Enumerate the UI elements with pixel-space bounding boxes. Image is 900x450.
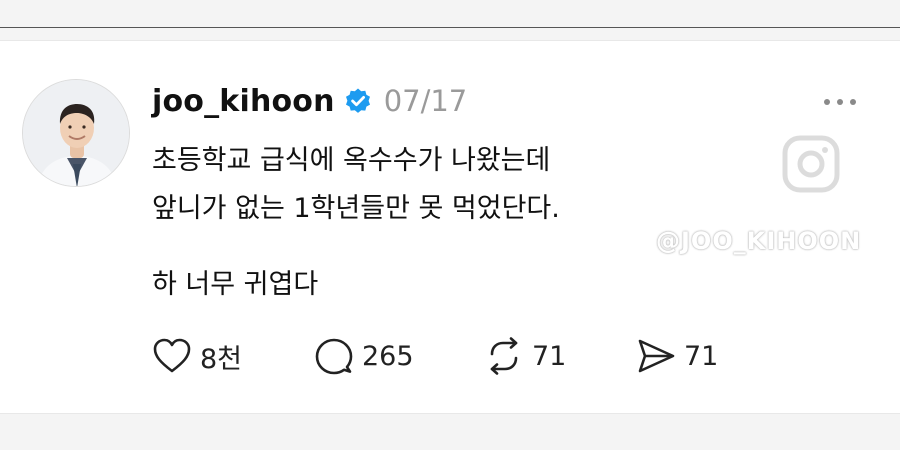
repost-icon [484,337,524,375]
username[interactable]: joo_kihoon [152,84,335,119]
post-text-line: 초등학교 급식에 옥수수가 나왔는데 [152,145,551,176]
comment-button[interactable]: 265 [314,337,484,375]
avatar[interactable] [22,79,130,187]
post-text-line: 앞니가 없는 1학년들만 못 먹었단다. [152,193,560,224]
post-date: 07/17 [383,84,468,118]
send-icon [636,337,676,375]
comment-count: 265 [362,340,414,372]
like-count: 8천 [200,343,243,375]
comment-bubble-icon [314,337,354,375]
more-dots-icon[interactable] [822,93,858,105]
post-card: joo_kihoon 07/17 초등학교 급식에 옥수수가 나왔는데 앞니가 … [0,40,900,414]
post-header: joo_kihoon 07/17 [152,79,467,123]
repost-count: 71 [532,340,567,372]
top-divider [0,27,900,28]
action-bar: 8천 265 71 71 [152,336,718,376]
instagram-icon [780,133,842,195]
repost-button[interactable]: 71 [484,337,636,375]
watermark-text: @JOO_KIHOON [656,227,862,255]
verified-badge-icon [344,87,372,115]
post-body: 초등학교 급식에 옥수수가 나왔는데 앞니가 없는 1학년들만 못 먹었단다. … [152,137,712,309]
post-text-line: 하 너무 귀엽다 [152,269,319,300]
share-count: 71 [684,340,719,372]
share-button[interactable]: 71 [636,337,718,375]
heart-icon [152,337,192,375]
like-button[interactable]: 8천 [152,337,314,376]
